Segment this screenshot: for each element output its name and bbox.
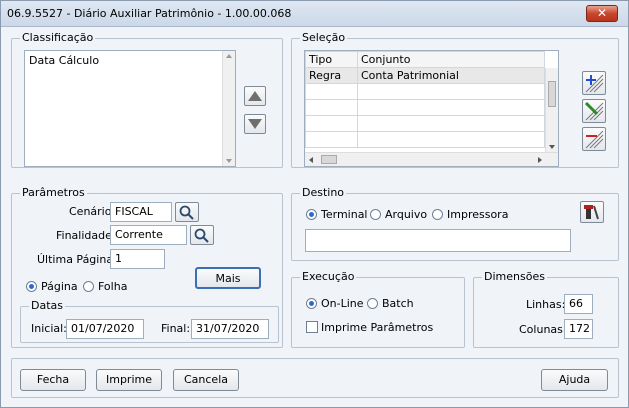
selecao-table: Tipo Conjunto Regra Conta Patrimonial xyxy=(305,51,545,148)
online-radio[interactable] xyxy=(306,298,317,309)
final-label: Final: xyxy=(161,322,191,335)
linhas-field[interactable]: 66 xyxy=(564,294,593,314)
search-icon xyxy=(194,228,209,243)
datas-group: Datas Inicial: 01/07/2020 Final: 31/07/2… xyxy=(20,299,279,343)
imprime-parametros-label[interactable]: Imprime Parâmetros xyxy=(321,321,433,334)
grid-vscrollbar[interactable] xyxy=(545,68,558,152)
selecao-label: Seleção xyxy=(300,31,348,44)
finalidade-field[interactable]: Corrente xyxy=(110,225,187,245)
scroll-left-icon[interactable] xyxy=(309,157,313,163)
linhas-label: Linhas: xyxy=(526,298,566,311)
grid-vscroll-thumb[interactable] xyxy=(548,81,556,107)
table-row[interactable] xyxy=(305,131,545,148)
finalidade-label: Finalidade: xyxy=(56,229,116,242)
add-icon xyxy=(585,74,604,93)
folha-radio-label[interactable]: Folha xyxy=(98,280,127,293)
dimensoes-label: Dimensões xyxy=(482,270,547,283)
arrow-up-icon xyxy=(248,91,262,101)
remove-icon xyxy=(585,130,604,149)
table-row[interactable]: Regra Conta Patrimonial xyxy=(305,67,545,84)
selecao-grid[interactable]: Tipo Conjunto Regra Conta Patrimonial xyxy=(304,50,559,167)
scroll-up-icon[interactable] xyxy=(226,54,232,58)
final-date-field[interactable]: 31/07/2020 xyxy=(191,319,269,339)
ajuda-button[interactable]: Ajuda xyxy=(541,369,608,391)
arquivo-radio[interactable] xyxy=(370,209,381,220)
edit-icon xyxy=(584,101,604,121)
pagina-radio[interactable] xyxy=(26,281,37,292)
list-item[interactable]: Data Cálculo xyxy=(29,54,99,67)
arrow-down-icon xyxy=(248,119,262,129)
classificacao-group: Classificação Data Cálculo xyxy=(11,31,283,168)
scroll-down-icon[interactable] xyxy=(549,145,555,149)
online-radio-label[interactable]: On-Line xyxy=(321,297,364,310)
tools-icon xyxy=(584,205,599,220)
parametros-group: Parâmetros Cenário: FISCAL Finalidade: C… xyxy=(11,186,283,348)
table-cell[interactable]: Conta Patrimonial xyxy=(357,67,545,84)
selecao-group: Seleção Tipo Conjunto Regra Conta Patrim… xyxy=(291,31,619,168)
cenario-search-button[interactable] xyxy=(175,202,199,222)
column-header-conjunto[interactable]: Conjunto xyxy=(357,51,545,68)
finalidade-search-button[interactable] xyxy=(190,225,214,245)
pagina-radio-label[interactable]: Página xyxy=(41,280,78,293)
fecha-button-label: Fecha xyxy=(36,373,70,386)
terminal-radio[interactable] xyxy=(306,209,317,220)
list-scrollbar[interactable] xyxy=(222,51,235,166)
table-row[interactable] xyxy=(305,99,545,116)
cenario-field[interactable]: FISCAL xyxy=(110,202,172,222)
destino-label: Destino xyxy=(300,186,347,199)
classificacao-list[interactable]: Data Cálculo xyxy=(24,50,236,167)
impressora-radio-label[interactable]: Impressora xyxy=(447,208,508,221)
batch-radio[interactable] xyxy=(367,298,378,309)
title-bar: 06.9.5527 - Diário Auxiliar Patrimônio -… xyxy=(1,1,628,27)
close-button[interactable]: ✕ xyxy=(586,5,618,22)
grid-hscrollbar[interactable] xyxy=(305,152,558,166)
close-icon: ✕ xyxy=(596,6,608,20)
datas-label: Datas xyxy=(29,299,65,312)
ultima-pagina-label: Última Página: xyxy=(37,253,117,266)
destino-config-button[interactable] xyxy=(580,201,604,223)
imprime-button-label: Imprime xyxy=(105,373,152,386)
search-icon xyxy=(179,205,194,220)
imprime-button[interactable]: Imprime xyxy=(96,369,162,391)
edit-selection-button[interactable] xyxy=(582,99,606,123)
table-row[interactable] xyxy=(305,115,545,132)
destino-group: Destino Terminal Arquivo Impressora xyxy=(291,186,619,261)
window-title: 06.9.5527 - Diário Auxiliar Patrimônio -… xyxy=(7,7,292,20)
execucao-group: Execução On-Line Batch Imprime Parâmetro… xyxy=(291,270,465,348)
parametros-label: Parâmetros xyxy=(20,186,87,199)
grid-hscroll-thumb[interactable] xyxy=(321,155,337,164)
table-row[interactable] xyxy=(305,83,545,100)
cancela-button-label: Cancela xyxy=(183,373,228,386)
cenario-label: Cenário: xyxy=(69,205,116,218)
dialog-window: 06.9.5527 - Diário Auxiliar Patrimônio -… xyxy=(0,0,629,408)
colunas-label: Colunas: xyxy=(519,323,567,336)
inicial-date-field[interactable]: 01/07/2020 xyxy=(66,319,144,339)
move-up-button[interactable] xyxy=(244,86,266,106)
fecha-button[interactable]: Fecha xyxy=(20,369,86,391)
scroll-down-icon[interactable] xyxy=(226,159,232,163)
move-down-button[interactable] xyxy=(244,114,266,134)
footer-bar: Fecha Imprime Cancela Ajuda xyxy=(11,358,619,398)
classificacao-label: Classificação xyxy=(20,31,96,44)
remove-selection-button[interactable] xyxy=(582,127,606,151)
mais-button[interactable]: Mais xyxy=(195,267,261,289)
folha-radio[interactable] xyxy=(83,281,94,292)
imprime-parametros-checkbox[interactable] xyxy=(306,321,318,333)
cancela-button[interactable]: Cancela xyxy=(173,369,239,391)
ajuda-button-label: Ajuda xyxy=(558,373,591,386)
impressora-radio[interactable] xyxy=(432,209,443,220)
table-cell[interactable]: Regra xyxy=(305,67,358,84)
dimensoes-group: Dimensões Linhas: 66 Colunas: 172 xyxy=(473,270,619,348)
batch-radio-label[interactable]: Batch xyxy=(382,297,414,310)
colunas-field[interactable]: 172 xyxy=(564,319,593,339)
terminal-radio-label[interactable]: Terminal xyxy=(321,208,368,221)
scroll-right-icon[interactable] xyxy=(538,157,542,163)
ultima-pagina-field[interactable]: 1 xyxy=(110,249,165,269)
destino-path-field[interactable] xyxy=(305,229,571,252)
arquivo-radio-label[interactable]: Arquivo xyxy=(385,208,427,221)
execucao-label: Execução xyxy=(300,270,357,283)
column-header-tipo[interactable]: Tipo xyxy=(305,51,358,68)
inicial-label: Inicial: xyxy=(31,322,67,335)
add-selection-button[interactable] xyxy=(582,71,606,95)
